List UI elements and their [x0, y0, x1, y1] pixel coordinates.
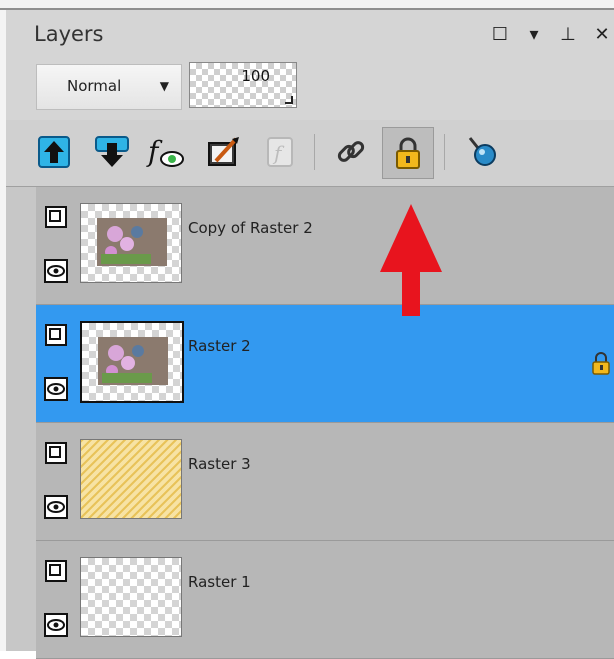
layer-thumbnail[interactable]: [80, 557, 182, 637]
move-layer-down-icon: [95, 136, 129, 167]
script-button[interactable]: f: [258, 130, 302, 174]
layers-list: Copy of Raster 2 Raster 2 Raster 3 Raste…: [6, 187, 614, 659]
toolbar-separator: [444, 134, 445, 170]
layer-effects-button[interactable]: f: [144, 130, 188, 174]
lock-transparency-button[interactable]: [382, 127, 434, 179]
move-layer-down-button[interactable]: [90, 130, 134, 174]
script-icon: f: [267, 137, 293, 167]
visibility-eye-icon[interactable]: [44, 377, 68, 401]
layer-group-icon[interactable]: [44, 559, 68, 583]
layer-name: Raster 1: [188, 573, 251, 591]
layer-row[interactable]: Raster 2: [36, 305, 614, 423]
pin-icon[interactable]: ⊥: [556, 24, 580, 45]
link-layers-button[interactable]: [330, 130, 374, 174]
move-layer-up-button[interactable]: [32, 130, 76, 174]
link-layers-icon: [337, 141, 365, 162]
opacity-value: 100: [241, 67, 270, 85]
layer-name: Copy of Raster 2: [188, 219, 313, 237]
layers-panel: Layers ☐ ▾ ⊥ ✕ Normal ▼ 100 f f Copy of …: [0, 0, 614, 659]
visibility-eye-icon[interactable]: [44, 259, 68, 283]
close-icon[interactable]: ✕: [590, 24, 614, 45]
panel-header: Layers ☐ ▾ ⊥ ✕ Normal ▼ 100: [6, 10, 614, 120]
lock-icon[interactable]: [590, 351, 612, 377]
layer-tool-icon: [468, 137, 496, 166]
panel-top-border: [0, 0, 614, 10]
adjustment-layer-icon: [208, 137, 239, 166]
visibility-eye-icon[interactable]: [44, 613, 68, 637]
layer-row[interactable]: Raster 1: [36, 541, 614, 659]
toolbar-separator: [314, 134, 315, 170]
layer-group-icon[interactable]: [44, 441, 68, 465]
opacity-field[interactable]: 100: [189, 62, 297, 108]
panel-title: Layers: [34, 22, 104, 46]
layer-name: Raster 3: [188, 455, 251, 473]
layer-effects-icon: f: [146, 135, 184, 168]
blend-mode-value: Normal: [67, 77, 122, 95]
restore-icon[interactable]: ☐: [488, 24, 512, 45]
layer-row[interactable]: Raster 3: [36, 423, 614, 541]
opacity-resize-grip[interactable]: [285, 96, 293, 104]
layer-group-icon[interactable]: [44, 323, 68, 347]
menu-dropdown-icon[interactable]: ▾: [522, 24, 546, 45]
blend-mode-select[interactable]: Normal ▼: [36, 64, 182, 110]
layers-toolbar: f f: [6, 120, 614, 187]
lock-transparency-icon: [396, 137, 420, 169]
red-arrow-annotation: [380, 204, 442, 316]
adjustment-layer-button[interactable]: [202, 130, 246, 174]
visibility-eye-icon[interactable]: [44, 495, 68, 519]
layer-tool-button[interactable]: [460, 130, 504, 174]
window-controls: ☐ ▾ ⊥ ✕: [488, 24, 614, 45]
layer-group-icon[interactable]: [44, 205, 68, 229]
flower-thumbnail-image: [98, 337, 168, 385]
layer-row[interactable]: Copy of Raster 2: [36, 187, 614, 305]
flower-thumbnail-image: [97, 218, 167, 266]
chevron-down-icon: ▼: [159, 79, 169, 93]
layer-name: Raster 2: [188, 337, 251, 355]
svg-text:f: f: [146, 135, 163, 168]
layer-thumbnail[interactable]: [80, 203, 182, 283]
layer-thumbnail[interactable]: [80, 439, 182, 519]
move-layer-up-icon: [38, 136, 70, 168]
layer-thumbnail[interactable]: [80, 321, 184, 403]
